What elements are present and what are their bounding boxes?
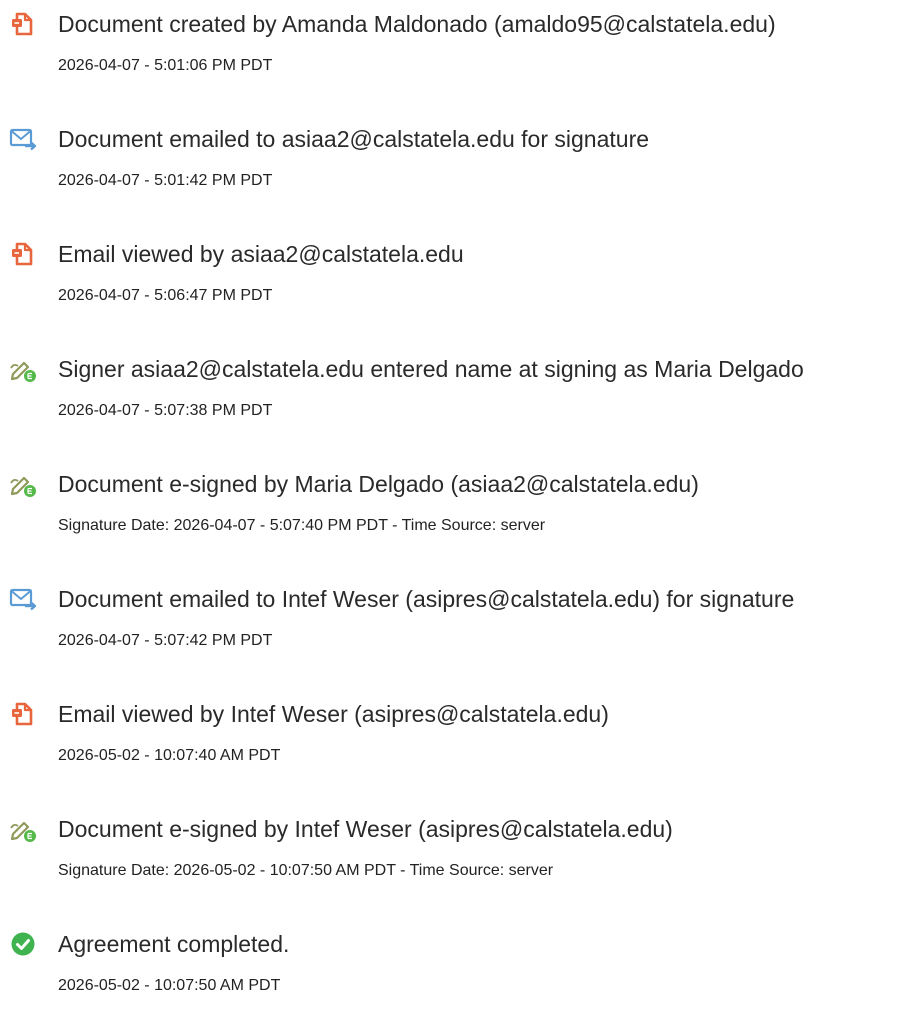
document-icon	[8, 699, 38, 729]
history-event: Email viewed by Intef Weser (asipres@cal…	[0, 699, 922, 779]
event-title: Document created by Amanda Maldonado (am…	[58, 11, 776, 37]
e-sign-pen-icon	[8, 814, 38, 844]
event-timestamp: 2026-04-07 - 5:01:42 PM PDT	[58, 172, 273, 189]
history-event: Document created by Amanda Maldonado (am…	[0, 9, 922, 89]
event-timestamp: 2026-05-02 - 10:07:40 AM PDT	[58, 747, 281, 764]
event-title: Document e-signed by Intef Weser (asipre…	[58, 816, 673, 842]
event-title: Document e-signed by Maria Delgado (asia…	[58, 471, 699, 497]
check-circle-icon	[8, 929, 38, 959]
event-title: Agreement completed.	[58, 931, 290, 957]
event-title: Email viewed by Intef Weser (asipres@cal…	[58, 701, 609, 727]
event-timestamp: Signature Date: 2026-04-07 - 5:07:40 PM …	[58, 517, 546, 534]
history-event: Agreement completed. 2026-05-02 - 10:07:…	[0, 929, 922, 1009]
history-event: Signer asiaa2@calstatela.edu entered nam…	[0, 354, 922, 434]
history-event: Document emailed to Intef Weser (asipres…	[0, 584, 922, 664]
event-timestamp: 2026-04-07 - 5:01:06 PM PDT	[58, 57, 273, 74]
e-sign-pen-icon	[8, 469, 38, 499]
document-icon	[8, 9, 38, 39]
event-timestamp: 2026-04-07 - 5:06:47 PM PDT	[58, 287, 273, 304]
e-sign-pen-icon	[8, 354, 38, 384]
event-timestamp: 2026-05-02 - 10:07:50 AM PDT	[58, 977, 281, 994]
email-sent-icon	[8, 124, 38, 154]
audit-history: Document created by Amanda Maldonado (am…	[0, 0, 922, 994]
event-timestamp: 2026-04-07 - 5:07:42 PM PDT	[58, 632, 273, 649]
event-title: Document emailed to Intef Weser (asipres…	[58, 586, 795, 612]
history-event: Document e-signed by Intef Weser (asipre…	[0, 814, 922, 894]
history-event: Email viewed by asiaa2@calstatela.edu 20…	[0, 239, 922, 319]
email-sent-icon	[8, 584, 38, 614]
history-event: Document e-signed by Maria Delgado (asia…	[0, 469, 922, 549]
history-event: Document emailed to asiaa2@calstatela.ed…	[0, 124, 922, 204]
event-timestamp: 2026-04-07 - 5:07:38 PM PDT	[58, 402, 273, 419]
event-title: Document emailed to asiaa2@calstatela.ed…	[58, 126, 650, 152]
event-title: Email viewed by asiaa2@calstatela.edu	[58, 241, 464, 267]
event-title: Signer asiaa2@calstatela.edu entered nam…	[58, 356, 804, 382]
document-icon	[8, 239, 38, 269]
event-timestamp: Signature Date: 2026-05-02 - 10:07:50 AM…	[58, 862, 554, 879]
